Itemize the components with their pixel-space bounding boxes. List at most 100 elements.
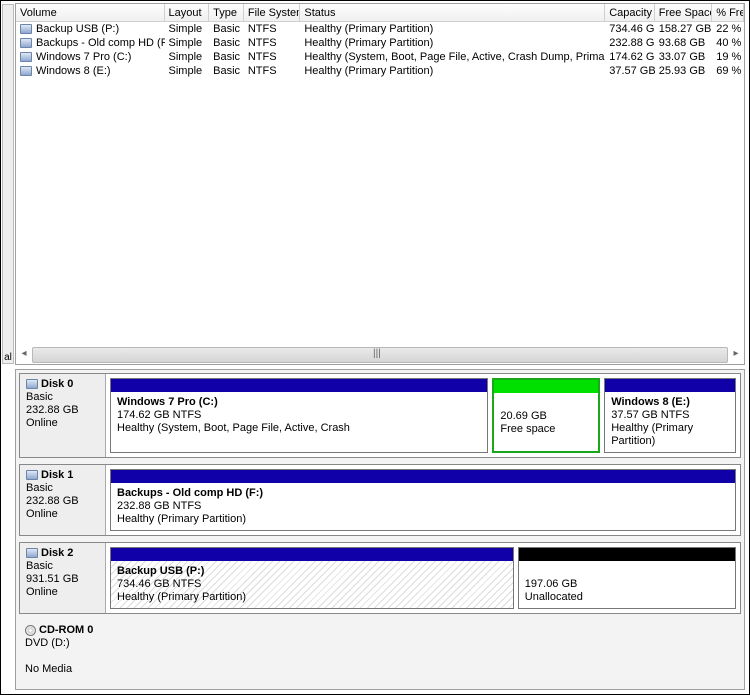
partition[interactable]: Backup USB (P:)734.46 GB NTFSHealthy (Pr… bbox=[110, 547, 514, 609]
volume-pct: 69 % bbox=[712, 64, 744, 78]
col-type[interactable]: Type bbox=[209, 4, 244, 21]
disk-type: Basic bbox=[26, 482, 53, 494]
col-pctfree[interactable]: % Fre bbox=[712, 4, 744, 21]
volume-pct: 19 % bbox=[712, 50, 744, 64]
partition[interactable]: 197.06 GBUnallocated bbox=[518, 547, 736, 609]
partition-label: Backups - Old comp HD (F:) bbox=[117, 487, 263, 499]
partition[interactable]: Backups - Old comp HD (F:)232.88 GB NTFS… bbox=[110, 469, 736, 531]
col-capacity[interactable]: Capacity bbox=[605, 4, 655, 21]
disk-state: Online bbox=[26, 508, 58, 520]
partition-status: Healthy (System, Boot, Page File, Active… bbox=[117, 422, 350, 434]
partition-body: 20.69 GBFree space bbox=[494, 393, 598, 451]
volume-status: Healthy (Primary Partition) bbox=[300, 64, 605, 78]
disk-type: DVD (D:) bbox=[25, 637, 70, 649]
disk-icon bbox=[26, 470, 38, 480]
partition-color-bar bbox=[605, 379, 735, 392]
partition-body: Windows 7 Pro (C:)174.62 GB NTFSHealthy … bbox=[111, 392, 487, 452]
volume-row[interactable]: Backup USB (P:) SimpleBasicNTFSHealthy (P… bbox=[16, 22, 744, 36]
volume-free: 25.93 GB bbox=[655, 64, 712, 78]
disk-row[interactable]: CD-ROM 0DVD (D:) No Media bbox=[19, 620, 741, 680]
disk-state: Online bbox=[26, 586, 58, 598]
volume-pct: 40 % bbox=[712, 36, 744, 50]
partition-status: Healthy (Primary Partition) bbox=[611, 422, 693, 447]
volume-fs: NTFS bbox=[244, 36, 300, 50]
volume-fs: NTFS bbox=[244, 64, 300, 78]
partition-label: Windows 8 (E:) bbox=[611, 396, 690, 408]
partition[interactable]: 20.69 GBFree space bbox=[492, 378, 600, 453]
drive-icon bbox=[20, 66, 32, 76]
partition-label: Backup USB (P:) bbox=[117, 565, 204, 577]
volume-layout: Simple bbox=[165, 50, 210, 64]
col-status[interactable]: Status bbox=[300, 4, 605, 21]
partition-status: Free space bbox=[500, 423, 555, 435]
volume-layout: Simple bbox=[165, 22, 210, 36]
partition-size: 734.46 GB NTFS bbox=[117, 578, 201, 590]
partition-color-bar bbox=[111, 470, 735, 483]
volume-row[interactable]: Windows 8 (E:)SimpleBasicNTFSHealthy (Pr… bbox=[16, 64, 744, 78]
disk-row[interactable]: Disk 2Basic931.51 GBOnlineBackup USB (P:… bbox=[19, 542, 741, 614]
partition-color-bar bbox=[494, 380, 598, 393]
volume-pct: 22 % bbox=[712, 22, 744, 36]
partition[interactable]: Windows 8 (E:)37.57 GB NTFSHealthy (Prim… bbox=[604, 378, 736, 453]
disk-title: CD-ROM 0 bbox=[39, 624, 93, 636]
disk-state: No Media bbox=[25, 663, 72, 675]
disk-partitions: Backups - Old comp HD (F:)232.88 GB NTFS… bbox=[106, 465, 740, 535]
scroll-left-icon[interactable]: ◂ bbox=[16, 347, 32, 363]
volume-status: Healthy (Primary Partition) bbox=[300, 36, 605, 50]
partition-body: 197.06 GBUnallocated bbox=[519, 561, 735, 608]
disk-info: Disk 0Basic232.88 GBOnline bbox=[20, 374, 106, 457]
scroll-track[interactable]: ||| bbox=[32, 347, 728, 363]
disk-size: 232.88 GB bbox=[26, 495, 79, 507]
volume-row[interactable]: Windows 7 Pro (C:)SimpleBasicNTFSHealthy… bbox=[16, 50, 744, 64]
drive-icon bbox=[20, 24, 32, 34]
partition-status: Healthy (Primary Partition) bbox=[117, 513, 246, 525]
volume-fs: NTFS bbox=[244, 50, 300, 64]
disk-partitions: Backup USB (P:)734.46 GB NTFSHealthy (Pr… bbox=[106, 543, 740, 613]
partition-size: 174.62 GB NTFS bbox=[117, 409, 201, 421]
col-freespace[interactable]: Free Space bbox=[655, 4, 712, 21]
partition-body: Windows 8 (E:)37.57 GB NTFSHealthy (Prim… bbox=[605, 392, 735, 452]
col-filesystem[interactable]: File System bbox=[244, 4, 301, 21]
volume-type: Basic bbox=[209, 50, 244, 64]
partition-size: 197.06 GB bbox=[525, 578, 578, 590]
disk-info: CD-ROM 0DVD (D:) No Media bbox=[19, 620, 105, 680]
volume-name: Backup USB (P:) bbox=[36, 23, 119, 35]
volume-name: Windows 8 (E:) bbox=[36, 65, 111, 77]
drive-icon bbox=[20, 38, 32, 48]
disk-state: Online bbox=[26, 417, 58, 429]
disk-map-panel: Disk 0Basic232.88 GBOnlineWindows 7 Pro … bbox=[15, 369, 745, 690]
col-volume[interactable]: Volume bbox=[16, 4, 165, 21]
partition-color-bar bbox=[111, 548, 513, 561]
volume-name: Backups - Old comp HD (F:) bbox=[36, 37, 165, 49]
volume-fs: NTFS bbox=[244, 22, 300, 36]
partition-size: 37.57 GB NTFS bbox=[611, 409, 689, 421]
partition-size: 20.69 GB bbox=[500, 410, 546, 422]
volume-list-header[interactable]: Volume Layout Type File System Status Ca… bbox=[16, 4, 744, 22]
drive-icon bbox=[20, 52, 32, 62]
horizontal-scrollbar[interactable]: ◂ ||| ▸ bbox=[16, 346, 744, 364]
partition-body: Backups - Old comp HD (F:)232.88 GB NTFS… bbox=[111, 483, 735, 530]
volume-capacity: 37.57 GB bbox=[605, 64, 655, 78]
disk-icon bbox=[26, 379, 38, 389]
col-layout[interactable]: Layout bbox=[165, 4, 210, 21]
volume-type: Basic bbox=[209, 36, 244, 50]
volume-capacity: 174.62 GB bbox=[605, 50, 655, 64]
volume-name: Windows 7 Pro (C:) bbox=[36, 51, 131, 63]
scroll-right-icon[interactable]: ▸ bbox=[728, 347, 744, 363]
volume-type: Basic bbox=[209, 64, 244, 78]
partition[interactable]: Windows 7 Pro (C:)174.62 GB NTFSHealthy … bbox=[110, 378, 488, 453]
partition-status: Unallocated bbox=[525, 591, 583, 603]
volume-row[interactable]: Backups - Old comp HD (F:)SimpleBasicNTF… bbox=[16, 36, 744, 50]
volume-list-body[interactable]: Backup USB (P:)SimpleBasicNTFSHealthy (P… bbox=[16, 22, 744, 346]
disk-row[interactable]: Disk 1Basic232.88 GBOnlineBackups - Old … bbox=[19, 464, 741, 536]
disk-title: Disk 2 bbox=[41, 547, 73, 559]
disk-type: Basic bbox=[26, 391, 53, 403]
volume-type: Basic bbox=[209, 22, 244, 36]
volume-layout: Simple bbox=[165, 36, 210, 50]
partition-color-bar bbox=[519, 548, 735, 561]
volume-status: Healthy (Primary Partition) bbox=[300, 22, 605, 36]
disk-info: Disk 2Basic931.51 GBOnline bbox=[20, 543, 106, 613]
left-gutter: al bbox=[2, 4, 14, 364]
disk-row[interactable]: Disk 0Basic232.88 GBOnlineWindows 7 Pro … bbox=[19, 373, 741, 458]
volume-free: 93.68 GB bbox=[655, 36, 712, 50]
